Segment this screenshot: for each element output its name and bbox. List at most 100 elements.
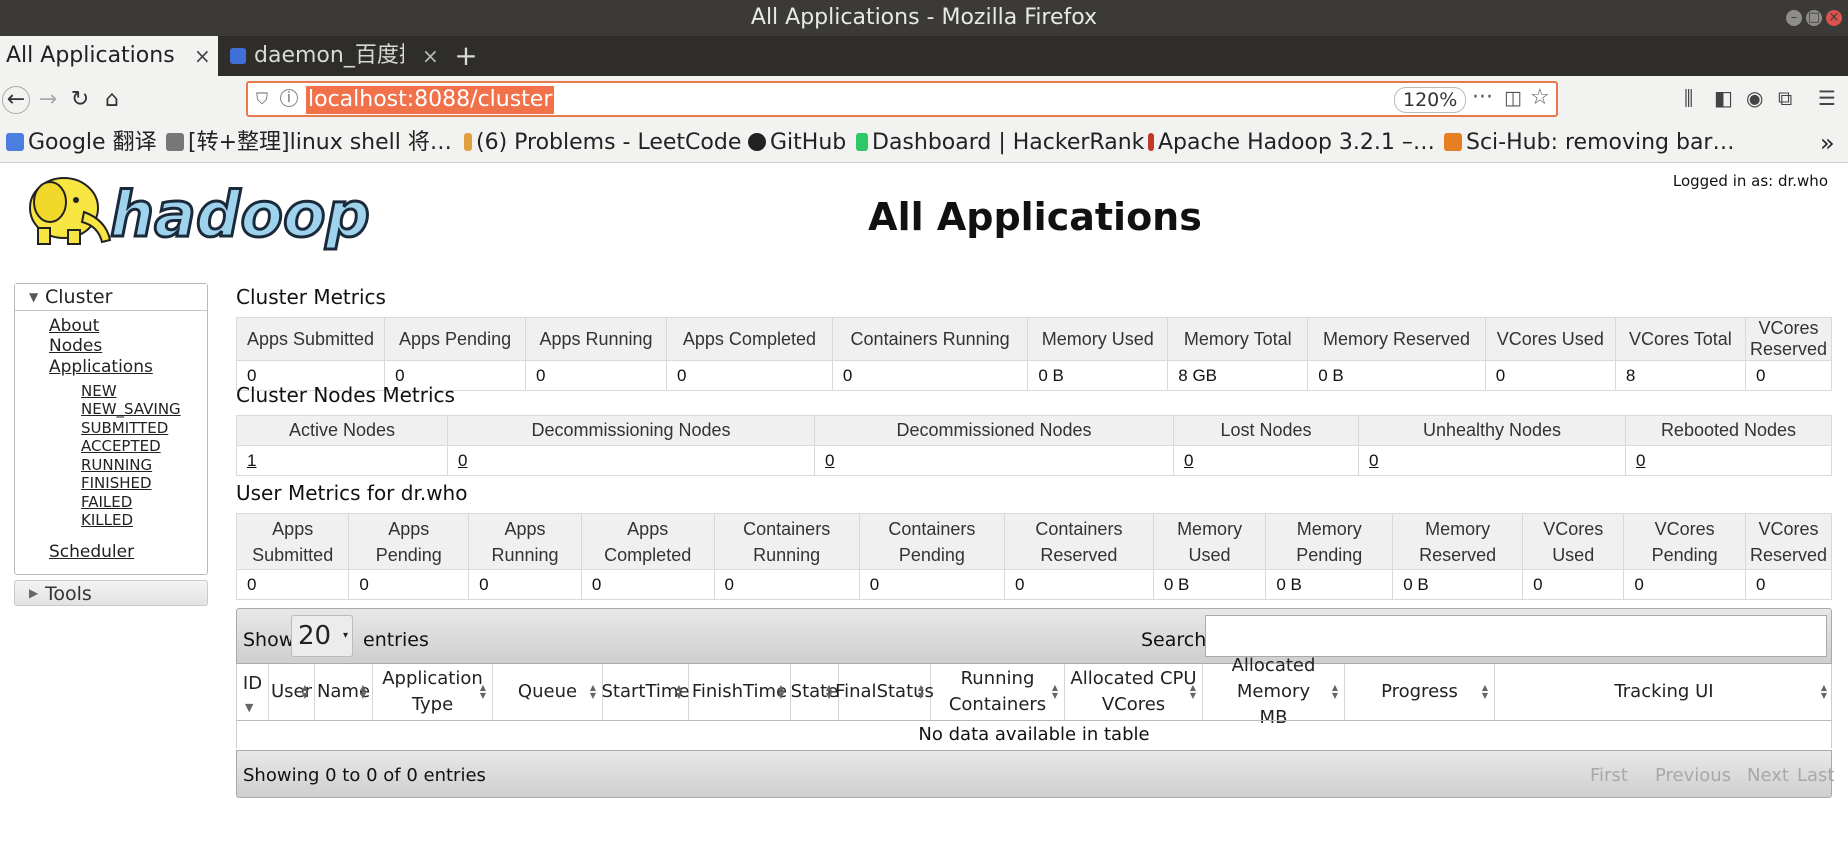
column-header: Memory Pending [1265, 513, 1394, 570]
zoom-level-badge[interactable]: 120% [1394, 87, 1467, 113]
table-row: 00000000 B0 B0 B000 [235, 569, 1833, 600]
column-header-name[interactable]: Name ▲ ▼ [315, 664, 373, 720]
sidebar-icon[interactable]: ◧ [1714, 86, 1733, 110]
site-info-icon[interactable]: i [280, 89, 298, 107]
pager-next-button[interactable]: Next [1747, 765, 1789, 786]
pager-last-button[interactable]: Last [1797, 765, 1835, 786]
bookmark-leetcode[interactable]: (6) Problems - LeetCode [464, 124, 741, 162]
column-header: Containers Running [713, 513, 860, 570]
logo-text: hadoop [110, 178, 370, 251]
rebooted-nodes-link[interactable]: 0 [1636, 451, 1645, 470]
home-icon[interactable]: ⌂ [98, 86, 126, 114]
library-icon[interactable]: ⫼ [1684, 86, 1693, 110]
search-input[interactable] [1205, 615, 1827, 657]
close-tab-icon[interactable]: × [194, 36, 211, 76]
column-header-running-containers[interactable]: Running Containers ▲ ▼ [931, 664, 1065, 720]
new-tab-button[interactable]: + [452, 36, 480, 76]
header-line: VCores [1543, 518, 1604, 539]
url-bar[interactable]: ⛉ i localhost:8088/cluster 120% ··· ◫ ☆ [246, 81, 1558, 117]
sidebar-state-killed[interactable]: KILLED [81, 511, 133, 529]
bookmarks-overflow-icon[interactable]: » [1820, 124, 1835, 162]
table-cell: 0 B [1265, 569, 1394, 600]
column-header-finishtime[interactable]: FinishTime ▲ ▼ [689, 664, 791, 720]
bookmark-apache-hadoop[interactable]: Apache Hadoop 3.2.1 –… [1148, 124, 1435, 162]
column-header-allocated-memory-mb[interactable]: Allocated Memory MB ▲ ▼ [1203, 655, 1345, 728]
bookmark-google-translate[interactable]: Google 翻译 [6, 124, 157, 162]
forward-arrow-icon[interactable]: → [34, 86, 62, 114]
sidebar-tools-header[interactable]: ▶ Tools [14, 580, 208, 606]
bookmark-label: (6) Problems - LeetCode [476, 130, 742, 155]
table-cell: 0 B [1152, 569, 1267, 600]
header-line: Apps [627, 518, 669, 539]
sidebar-state-finished[interactable]: FINISHED [81, 474, 152, 492]
pager-first-button[interactable]: First [1590, 765, 1628, 786]
header-line: Containers [1035, 518, 1123, 539]
column-header-progress[interactable]: Progress ▲ ▼ [1345, 664, 1495, 720]
hadoop-logo[interactable]: hadoop [14, 168, 374, 256]
sort-icon: ▲ ▼ [675, 683, 682, 700]
pager-previous-button[interactable]: Previous [1655, 765, 1731, 786]
bookmark-star-icon[interactable]: ☆ [1530, 85, 1550, 110]
minimize-icon[interactable]: – [1786, 10, 1802, 26]
column-header-state[interactable]: State ▲ ▼ [791, 664, 839, 720]
column-header: Memory Used [1152, 513, 1267, 570]
column-header-user[interactable]: User ▲ ▼ [269, 664, 315, 720]
unhealthy-nodes-link[interactable]: 0 [1369, 451, 1378, 470]
sidebar-cluster-header[interactable]: ▼ Cluster [15, 284, 207, 311]
bookmark-github[interactable]: GitHub [748, 124, 846, 162]
header-line: Pending [1651, 544, 1718, 565]
sidebar-link-nodes[interactable]: Nodes [49, 336, 102, 356]
tracking-shield-icon[interactable]: ⛉ [256, 89, 268, 109]
decommissioned-nodes-link[interactable]: 0 [825, 451, 834, 470]
sidebar-link-scheduler[interactable]: Scheduler [49, 542, 134, 562]
reload-icon[interactable]: ↻ [66, 86, 94, 114]
column-header: Lost Nodes [1173, 415, 1359, 446]
pocket-icon[interactable]: ◫ [1504, 87, 1522, 109]
table-row: 0 0 0 0 0 0 B 8 GB 0 B 0 8 0 [235, 360, 1833, 391]
column-header-label: Tracking UI [1614, 679, 1713, 705]
lost-nodes-link[interactable]: 0 [1184, 451, 1193, 470]
sort-icon: ▲ ▼ [1051, 683, 1058, 700]
close-window-icon[interactable]: × [1826, 10, 1842, 26]
page-actions-more-icon[interactable]: ··· [1472, 85, 1493, 110]
column-header-tracking-ui[interactable]: Tracking UI ▲ ▼ [1495, 664, 1833, 720]
sidebar-state-accepted[interactable]: ACCEPTED [81, 437, 161, 455]
sidebar-link-applications[interactable]: Applications [49, 357, 153, 377]
sort-icon: ▲ ▼ [479, 683, 486, 700]
column-header-label: FinishTime [692, 679, 787, 705]
column-header-finalstatus[interactable]: FinalStatus ▲ ▼ [835, 664, 934, 720]
url-input[interactable]: localhost:8088/cluster [306, 86, 555, 114]
active-nodes-link[interactable]: 1 [247, 451, 256, 470]
decommissioning-nodes-link[interactable]: 0 [458, 451, 467, 470]
sidebar-state-running[interactable]: RUNNING [81, 456, 152, 474]
close-tab-icon[interactable]: × [422, 36, 439, 76]
entries-per-page-select[interactable]: 20 ▾ [291, 615, 353, 657]
bookmark-sci-hub[interactable]: Sci-Hub: removing bar… [1444, 124, 1734, 162]
sidebar-state-submitted[interactable]: SUBMITTED [81, 419, 168, 437]
bookmark-hackerrank[interactable]: Dashboard | HackerRank [856, 124, 1144, 162]
sidebar-state-failed[interactable]: FAILED [81, 493, 132, 511]
column-header-application-type[interactable]: Application Type ▲ ▼ [373, 664, 493, 720]
back-arrow-icon[interactable]: ← [2, 86, 30, 114]
sidebar-state-new[interactable]: NEW [81, 382, 117, 400]
column-header: Decommissioning Nodes [447, 415, 815, 446]
bookmark-label: GitHub [770, 130, 847, 155]
column-header-id[interactable]: ID ▼ [237, 664, 269, 720]
extension-icon[interactable]: ⧉ [1778, 86, 1792, 110]
column-header-queue[interactable]: Queue ▲ ▼ [493, 664, 603, 720]
tab-all-applications[interactable]: All Applications × [0, 36, 218, 76]
sidebar-link-about[interactable]: About [49, 316, 99, 336]
cluster-metrics-title: Cluster Metrics [236, 285, 386, 309]
header-line: Containers [948, 694, 1047, 715]
column-header-allocated-cpu-vcores[interactable]: Allocated CPU VCores ▲ ▼ [1065, 664, 1203, 720]
bookmark-linux-shell[interactable]: [转+整理]linux shell 将… [166, 124, 452, 162]
maximize-icon[interactable]: □ [1806, 10, 1822, 26]
tab-daemon-baidu[interactable]: daemon_百度搜 × [222, 36, 439, 76]
menu-icon[interactable]: ☰ [1818, 86, 1836, 110]
page-title: All Applications [868, 195, 1202, 239]
node-metrics-table: Active Nodes Decommissioning Nodes Decom… [236, 415, 1832, 476]
sidebar-state-new-saving[interactable]: NEW_SAVING [81, 400, 181, 418]
column-header-starttime[interactable]: StartTime ▲ ▼ [601, 664, 690, 720]
account-icon[interactable]: ◉ [1746, 86, 1763, 110]
column-header: Memory Reserved [1392, 513, 1524, 570]
